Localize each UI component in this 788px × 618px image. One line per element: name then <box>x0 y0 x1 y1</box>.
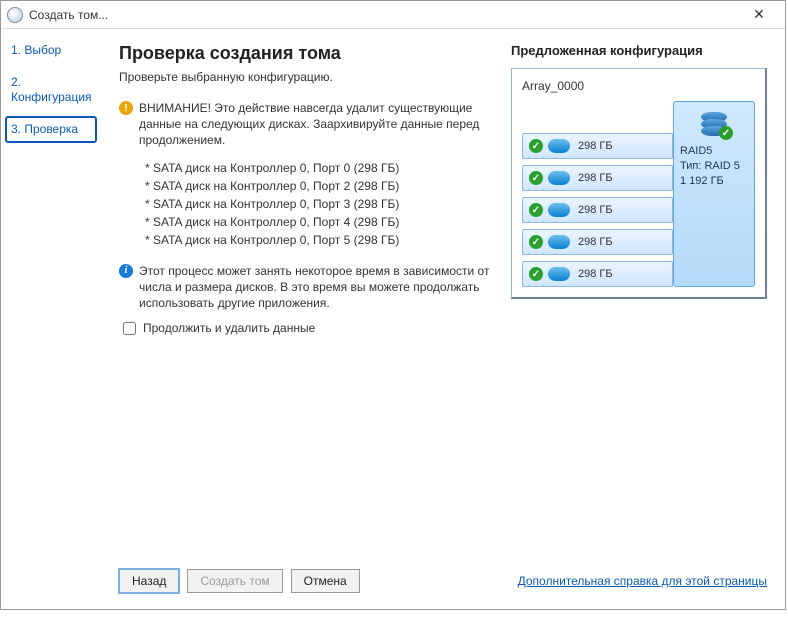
footer-bar: Назад Создать том Отмена Дополнительная … <box>119 559 767 601</box>
config-box: Array_0000 298 ГБ <box>511 68 767 299</box>
drive-row: 298 ГБ <box>522 261 673 287</box>
page-heading: Проверка создания тома <box>119 43 491 64</box>
drive-row: 298 ГБ <box>522 229 673 255</box>
disk-icon <box>548 267 570 281</box>
disk-entry: * SATA диск на Контроллер 0, Порт 2 (298… <box>145 177 491 195</box>
check-icon <box>529 139 543 153</box>
warning-text: ВНИМАНИЕ! Это действие навсегда удалит с… <box>139 100 491 149</box>
cancel-button[interactable]: Отмена <box>291 569 360 593</box>
check-icon <box>529 235 543 249</box>
info-text: Этот процесс может занять некоторое врем… <box>139 263 491 312</box>
proposed-config-column: Предложенная конфигурация Array_0000 298… <box>511 43 767 559</box>
step-1-select[interactable]: 1. Выбор <box>5 37 97 63</box>
create-volume-button[interactable]: Создать том <box>187 569 282 593</box>
main-panel: Проверка создания тома Проверьте выбранн… <box>101 29 785 609</box>
close-button[interactable]: ✕ <box>739 1 779 29</box>
verify-info-column: Проверка создания тома Проверьте выбранн… <box>119 43 491 559</box>
volume-type: Тип: RAID 5 <box>680 159 748 174</box>
check-icon <box>529 171 543 185</box>
check-icon <box>529 267 543 281</box>
disk-entry: * SATA диск на Контроллер 0, Порт 0 (298… <box>145 159 491 177</box>
window-title: Создать том... <box>29 8 108 22</box>
page-subheading: Проверьте выбранную конфигурацию. <box>119 70 491 84</box>
check-icon <box>529 203 543 217</box>
back-button[interactable]: Назад <box>119 569 179 593</box>
confirm-delete-checkbox[interactable] <box>123 322 136 335</box>
confirm-delete-row: Продолжить и удалить данные <box>123 321 491 335</box>
close-icon: ✕ <box>753 6 765 23</box>
affected-disks-list: * SATA диск на Контроллер 0, Порт 0 (298… <box>145 159 491 249</box>
disk-entry: * SATA диск на Контроллер 0, Порт 3 (298… <box>145 195 491 213</box>
step-3-verify[interactable]: 3. Проверка <box>5 116 97 142</box>
volume-capacity: 1 192 ГБ <box>680 174 748 189</box>
disk-entry: * SATA диск на Контроллер 0, Порт 4 (298… <box>145 213 491 231</box>
proposed-config-heading: Предложенная конфигурация <box>511 43 767 58</box>
disk-entry: * SATA диск на Контроллер 0, Порт 5 (298… <box>145 231 491 249</box>
drive-row: 298 ГБ <box>522 133 673 159</box>
volume-name: RAID5 <box>680 144 748 159</box>
drive-size: 298 ГБ <box>578 236 613 248</box>
volume-icon-wrap <box>680 108 748 138</box>
disk-icon <box>548 171 570 185</box>
database-icon <box>699 108 729 138</box>
warning-block: ВНИМАНИЕ! Это действие навсегда удалит с… <box>119 100 491 149</box>
drive-size: 298 ГБ <box>578 268 613 280</box>
array-name: Array_0000 <box>522 79 755 93</box>
info-icon <box>119 264 133 278</box>
volume-box: RAID5 Тип: RAID 5 1 192 ГБ <box>673 101 755 287</box>
drive-size: 298 ГБ <box>578 204 613 216</box>
drive-size: 298 ГБ <box>578 172 613 184</box>
drive-size: 298 ГБ <box>578 140 613 152</box>
disk-icon <box>548 139 570 153</box>
drive-row: 298 ГБ <box>522 165 673 191</box>
step-2-configure[interactable]: 2. Конфигурация <box>5 69 97 110</box>
confirm-delete-label: Продолжить и удалить данные <box>143 321 315 335</box>
warning-icon <box>119 101 133 115</box>
app-icon <box>7 7 23 23</box>
wizard-steps-sidebar: 1. Выбор 2. Конфигурация 3. Проверка <box>1 29 101 609</box>
disk-icon <box>548 203 570 217</box>
drive-row: 298 ГБ <box>522 197 673 223</box>
drives-column: 298 ГБ 298 ГБ 298 ГБ <box>522 101 673 287</box>
help-link[interactable]: Дополнительная справка для этой страницы <box>518 574 767 588</box>
dialog-window: Создать том... ✕ 1. Выбор 2. Конфигураци… <box>0 0 786 610</box>
titlebar: Создать том... ✕ <box>1 1 785 29</box>
info-block: Этот процесс может занять некоторое врем… <box>119 263 491 312</box>
disk-icon <box>548 235 570 249</box>
check-icon <box>719 126 733 140</box>
